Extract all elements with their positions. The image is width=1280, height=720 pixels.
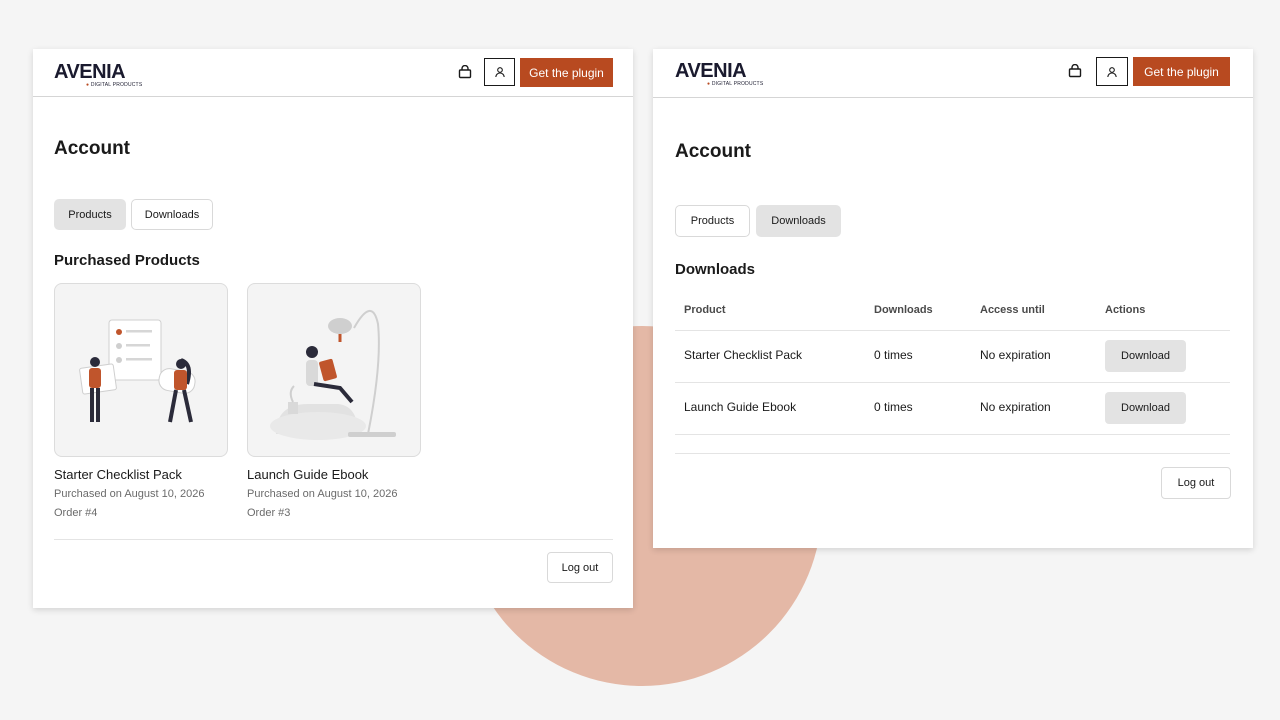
account-button[interactable] <box>1096 57 1128 86</box>
site-header: AVENIA ● DIGITAL PRODUCTS Get the plugin <box>33 49 633 97</box>
account-button[interactable] <box>484 58 515 86</box>
logout-button[interactable]: Log out <box>547 552 613 583</box>
section-title: Downloads <box>675 261 756 278</box>
account-downloads-panel: AVENIA ● DIGITAL PRODUCTS Get the plugin… <box>653 49 1253 548</box>
logout-button[interactable]: Log out <box>1161 467 1231 499</box>
tab-downloads[interactable]: Downloads <box>756 205 841 237</box>
user-icon <box>1107 66 1117 77</box>
order-number: Order #4 <box>54 507 98 519</box>
purchase-date: Purchased on August 10, 2026 <box>54 488 205 500</box>
site-header: AVENIA ● DIGITAL PRODUCTS Get the plugin <box>653 49 1253 98</box>
table-divider <box>675 434 1230 435</box>
tab-products[interactable]: Products <box>675 205 750 237</box>
row-downloads: 0 times <box>874 400 913 414</box>
column-header: Access until <box>980 304 1045 316</box>
row-product: Starter Checklist Pack <box>684 348 803 362</box>
tab-downloads[interactable]: Downloads <box>131 199 213 230</box>
product-card-image[interactable] <box>54 283 228 457</box>
shopping-bag-icon[interactable] <box>457 64 473 80</box>
table-divider <box>675 330 1230 331</box>
brand-logo[interactable]: AVENIA ● DIGITAL PRODUCTS <box>54 62 150 88</box>
tab-products[interactable]: Products <box>54 199 126 230</box>
user-icon <box>494 67 505 78</box>
column-header: Product <box>684 304 726 316</box>
order-number: Order #3 <box>247 507 291 519</box>
purchase-date: Purchased on August 10, 2026 <box>247 488 398 500</box>
get-plugin-button[interactable]: Get the plugin <box>520 58 613 87</box>
divider <box>54 539 613 540</box>
brand-logo[interactable]: AVENIA ● DIGITAL PRODUCTS <box>675 61 771 87</box>
page-title: Account <box>54 138 130 159</box>
row-downloads: 0 times <box>874 348 913 362</box>
shopping-bag-icon[interactable] <box>1067 63 1083 79</box>
reading-illustration <box>270 310 396 440</box>
column-header: Downloads <box>874 304 933 316</box>
download-button[interactable]: Download <box>1105 392 1186 424</box>
row-product: Launch Guide Ebook <box>684 400 797 414</box>
row-access: No expiration <box>980 348 1051 362</box>
product-name[interactable]: Starter Checklist Pack <box>54 467 182 482</box>
product-card-image[interactable] <box>247 283 421 457</box>
page-title: Account <box>675 141 751 162</box>
divider <box>675 453 1230 454</box>
row-access: No expiration <box>980 400 1051 414</box>
column-header: Actions <box>1105 304 1146 316</box>
table-divider <box>675 382 1230 383</box>
section-title: Purchased Products <box>54 252 200 269</box>
get-plugin-button[interactable]: Get the plugin <box>1133 57 1230 86</box>
download-button[interactable]: Download <box>1105 340 1186 372</box>
account-products-panel: AVENIA ● DIGITAL PRODUCTS Get the plugin… <box>33 49 633 608</box>
checklist-illustration <box>79 319 196 423</box>
product-name[interactable]: Launch Guide Ebook <box>247 467 368 482</box>
